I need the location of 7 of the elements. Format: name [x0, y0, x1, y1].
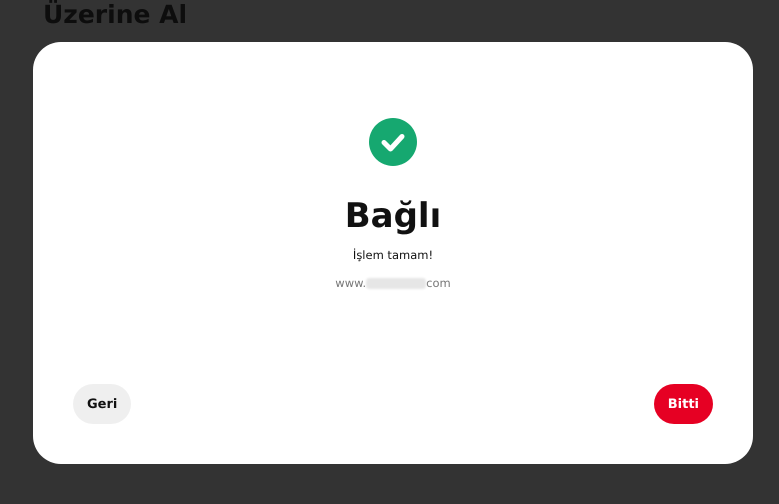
- done-button[interactable]: Bitti: [654, 384, 713, 424]
- dialog-message: İşlem tamam!: [352, 248, 434, 262]
- check-icon: [369, 118, 417, 166]
- url-text: www.: [335, 276, 366, 290]
- dialog-title: Bağlı: [344, 196, 442, 236]
- url-text: com: [426, 276, 451, 290]
- back-button[interactable]: Geri: [73, 384, 132, 424]
